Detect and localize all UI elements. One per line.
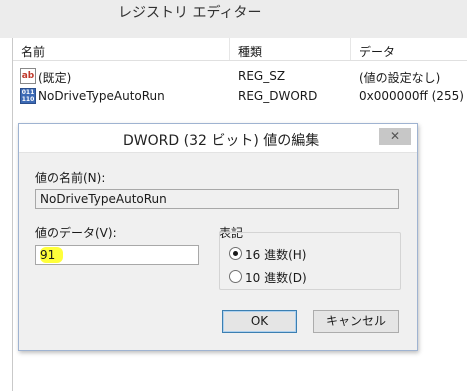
- hex-radio-label: 16 進数(H): [245, 248, 307, 262]
- decimal-radio-label: 10 進数(D): [245, 271, 307, 285]
- value-name: (既定): [38, 71, 72, 85]
- radio-unchecked-icon[interactable]: [229, 270, 242, 283]
- window-title: レジストリ エディター: [118, 5, 262, 21]
- column-name[interactable]: 名前: [21, 43, 45, 60]
- value-type: REG_SZ: [238, 69, 286, 83]
- dword-edit-dialog: DWORD (32 ビット) 値の編集 ✕ 値の名前(N): NoDriveTy…: [18, 123, 418, 351]
- value-data: 0x000000ff (255): [359, 89, 464, 103]
- close-icon: ✕: [389, 129, 401, 143]
- radio-checked-icon[interactable]: [229, 247, 242, 260]
- close-button[interactable]: ✕: [379, 128, 411, 145]
- value-type: REG_DWORD: [238, 89, 318, 103]
- value-name-label: 値の名前(N):: [35, 171, 106, 185]
- hex-radio[interactable]: 16 進数(H): [229, 246, 379, 262]
- cancel-button[interactable]: キャンセル: [313, 310, 399, 333]
- column-header: 名前 種類 データ: [13, 38, 467, 61]
- value-name-field: NoDriveTypeAutoRun: [35, 189, 399, 209]
- ok-button[interactable]: OK: [222, 310, 297, 333]
- column-type[interactable]: 種類: [238, 43, 262, 60]
- column-divider[interactable]: [350, 38, 351, 60]
- decimal-radio[interactable]: 10 進数(D): [229, 269, 379, 285]
- dialog-title: DWORD (32 ビット) 値の編集: [123, 133, 320, 149]
- binary-value-icon: 011 110: [20, 88, 36, 104]
- string-value-icon: ab: [20, 68, 36, 84]
- tree-pane[interactable]: [0, 38, 13, 391]
- list-item[interactable]: ab (既定) REG_SZ (値の設定なし): [13, 67, 467, 85]
- value-data-label: 値のデータ(V):: [35, 226, 117, 240]
- value-data: (値の設定なし): [359, 71, 441, 85]
- column-divider[interactable]: [229, 38, 230, 60]
- window-titlebar: レジストリ エディター: [0, 0, 467, 39]
- dialog-titlebar[interactable]: DWORD (32 ビット) 値の編集 ✕: [19, 124, 417, 153]
- list-item[interactable]: 011 110 NoDriveTypeAutoRun REG_DWORD 0x0…: [13, 87, 467, 105]
- column-data[interactable]: データ: [359, 43, 395, 60]
- value-name: NoDriveTypeAutoRun: [38, 89, 165, 103]
- value-data-input[interactable]: 91: [35, 245, 199, 265]
